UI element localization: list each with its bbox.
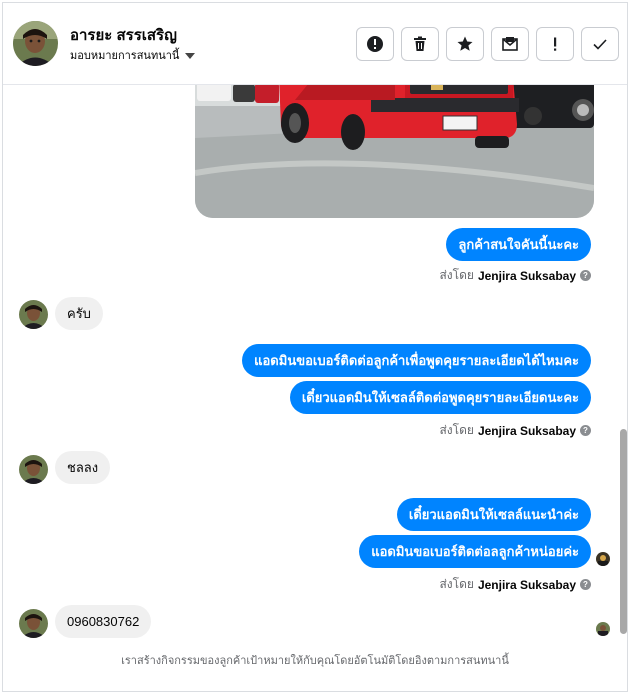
outgoing-message[interactable]: เดี๋ยวแอดมินให้เซลล์ติดต่อพูดคุยรายละเอี…: [289, 381, 591, 414]
agent-name[interactable]: Jenjira Suksabay: [478, 578, 576, 592]
sent-by-prefix: ส่งโดย: [439, 423, 474, 437]
outgoing-message[interactable]: แอดมินขอเบอร์ติดต่อลลูกค้าหน่อยค่ะ: [359, 535, 591, 568]
mark-unread-button[interactable]: [491, 27, 529, 61]
trash-icon: [414, 36, 426, 51]
customer-avatar[interactable]: [19, 455, 48, 484]
info-icon[interactable]: ?: [580, 270, 591, 281]
sent-by-info: ส่งโดย Jenjira Suksabay ?: [439, 575, 591, 594]
contact-name[interactable]: อารยะ สรรเสริญ: [70, 23, 177, 47]
report-button[interactable]: [356, 27, 394, 61]
spam-button[interactable]: [536, 27, 574, 61]
automation-notice: เราสร้างกิจกรรมของลูกค้าเป้าหมายให้กับคุ…: [121, 655, 509, 667]
car-photo-attachment[interactable]: [195, 78, 594, 218]
star-icon: [457, 36, 473, 51]
header-actions: [356, 27, 619, 61]
message-thread[interactable]: ลูกค้าสนใจคันนี้นะคะ ส่งโดย Jenjira Suks…: [3, 78, 627, 691]
conversation-window: อารยะ สรรเสริญ มอบหมายการสนทนานี้ ลูกค้า…: [2, 2, 628, 692]
alert-circle-icon: [367, 36, 383, 52]
agent-name[interactable]: Jenjira Suksabay: [478, 424, 576, 438]
outgoing-message[interactable]: แอดมินขอเบอร์ติดต่อลูกค้าเพื่อพูดคุยรายล…: [242, 344, 591, 377]
done-button[interactable]: [581, 27, 619, 61]
sent-by-prefix: ส่งโดย: [439, 268, 474, 282]
exclamation-icon: [554, 37, 557, 51]
conversation-header: อารยะ สรรเสริญ มอบหมายการสนทนานี้: [3, 3, 627, 85]
scrollbar-thumb[interactable]: [620, 429, 627, 634]
info-icon[interactable]: ?: [580, 425, 591, 436]
outgoing-message[interactable]: ลูกค้าสนใจคันนี้นะคะ: [446, 228, 591, 261]
sent-by-info: ส่งโดย Jenjira Suksabay ?: [439, 266, 591, 285]
seen-indicator-avatar: [596, 552, 610, 566]
star-button[interactable]: [446, 27, 484, 61]
chevron-down-icon: [185, 52, 196, 59]
checkmark-icon: [593, 39, 607, 50]
incoming-message[interactable]: 0960830762: [55, 605, 152, 638]
sent-by-prefix: ส่งโดย: [439, 577, 474, 591]
agent-name[interactable]: Jenjira Suksabay: [478, 269, 576, 283]
sent-by-info: ส่งโดย Jenjira Suksabay ?: [439, 421, 591, 440]
incoming-message[interactable]: ชลลง: [55, 451, 111, 484]
delete-button[interactable]: [401, 27, 439, 61]
assign-conversation-dropdown[interactable]: มอบหมายการสนทนานี้: [70, 46, 196, 64]
customer-avatar[interactable]: [19, 609, 48, 638]
info-icon[interactable]: ?: [580, 579, 591, 590]
envelope-icon: [502, 37, 518, 51]
outgoing-message[interactable]: เดี๋ยวแอดมินให้เซลล์แนะนำค่ะ: [396, 498, 591, 531]
customer-avatar[interactable]: [19, 300, 48, 329]
incoming-message[interactable]: ครับ: [55, 297, 103, 330]
seen-indicator-avatar: [596, 622, 610, 636]
assign-label: มอบหมายการสนทนานี้: [70, 50, 180, 62]
contact-avatar[interactable]: [13, 21, 58, 66]
